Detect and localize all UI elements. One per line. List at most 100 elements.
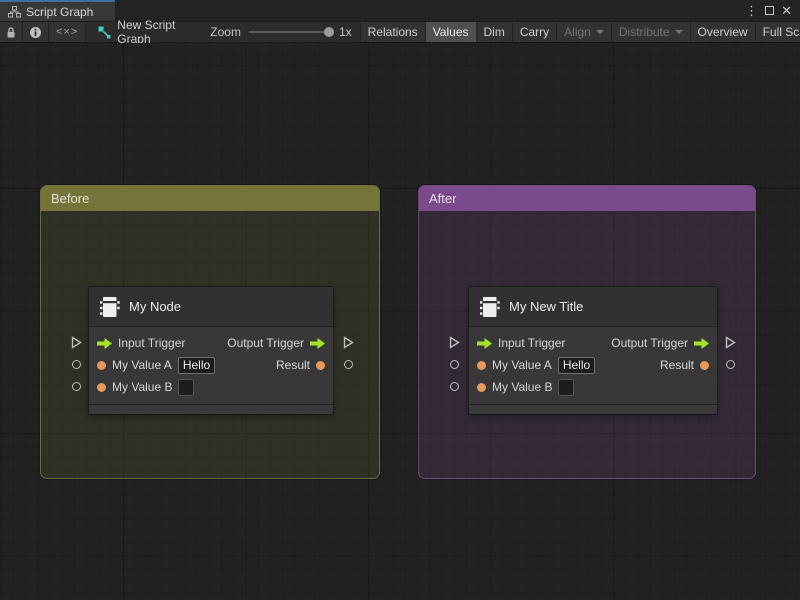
graph-hierarchy-icon [8,5,21,18]
zoom-label: Zoom [210,25,241,39]
node-my-node[interactable]: My Node Input Trigger Output Trigger My … [88,286,334,415]
flow-arrow-icon [477,337,492,349]
port-row-trigger: Input Trigger Output Trigger [89,332,333,354]
distribute-dropdown[interactable]: Distribute [611,22,691,42]
output-trigger-port[interactable]: Output Trigger [611,336,709,350]
tab-script-graph[interactable]: Script Graph [0,0,115,21]
value-input-port-outline[interactable] [69,375,83,397]
value-a-input[interactable]: Hello [557,356,596,374]
node-header[interactable]: My Node [89,287,333,327]
node-header[interactable]: My New Title [469,287,717,327]
value-port-icon [477,382,486,392]
group-before[interactable]: Before My Node Input Trigger Output Trig… [40,185,380,479]
graph-canvas[interactable]: Before My Node Input Trigger Output Trig… [0,43,800,600]
input-trigger-port[interactable]: Input Trigger [477,336,565,350]
maximize-icon[interactable] [765,6,775,15]
value-port-icon [477,360,486,370]
align-dropdown[interactable]: Align [557,22,612,42]
graph-selector[interactable]: New Script Graph [86,18,196,46]
value-port-icon [97,360,106,370]
output-trigger-port[interactable]: Output Trigger [227,336,325,350]
flow-arrow-icon [97,337,112,349]
value-output-port-outline[interactable] [341,353,355,375]
value-b-input[interactable] [558,378,575,396]
circle-port-icon [343,359,353,369]
overview-button[interactable]: Overview [690,22,756,42]
flow-input-port-outline[interactable] [447,331,461,353]
zoom-slider[interactable] [248,27,334,37]
value-b-port[interactable]: My Value B [477,378,575,396]
port-label: Result [275,358,310,372]
value-a-port[interactable]: My Value A Hello [97,356,216,374]
value-input-port-outline[interactable] [447,353,461,375]
external-output-ports [341,331,355,375]
group-after[interactable]: After My New Title Input Trigger Output … [418,185,756,479]
window-controls: ⋮ ✕ [745,0,800,21]
triangle-port-icon [725,335,736,349]
port-row-value-b: My Value B [89,376,333,398]
value-port-icon [316,360,325,370]
tab-title: Script Graph [26,4,94,19]
node-my-new-title[interactable]: My New Title Input Trigger Output Trigge… [468,286,718,415]
script-graph-asset-icon [98,26,111,39]
value-input-port-outline[interactable] [447,375,461,397]
flow-arrow-icon [694,337,709,349]
port-label: Result [659,358,694,372]
result-port[interactable]: Result [660,358,709,372]
circle-port-icon [449,381,459,391]
circle-port-icon [725,359,735,369]
external-input-ports [447,331,461,397]
port-row-value-b: My Value B [469,376,717,398]
unit-node-icon [99,295,121,319]
value-a-port[interactable]: My Value A Hello [477,356,596,374]
value-port-icon [97,382,106,392]
node-title: My New Title [509,299,584,314]
node-footer [89,404,333,414]
chevron-down-icon [595,30,604,34]
group-after-header[interactable]: After [419,186,755,211]
graph-toolbar: <×> New Script Graph Zoom 1x Relations V… [0,18,800,46]
port-label: My Value B [112,380,173,394]
value-b-input[interactable] [178,378,195,396]
group-label: Before [51,191,90,206]
triangle-port-icon [71,335,82,349]
flow-output-port-outline[interactable] [341,331,355,353]
value-output-port-outline[interactable] [723,353,737,375]
fullscreen-button[interactable]: Full Scr [755,22,800,42]
flow-input-port-outline[interactable] [69,331,83,353]
node-footer [469,404,717,414]
circle-port-icon [449,359,459,369]
chevron-down-icon [674,30,683,34]
external-input-ports [69,331,83,397]
circle-port-icon [71,359,81,369]
port-label: Input Trigger [118,336,186,350]
input-trigger-port[interactable]: Input Trigger [97,336,185,350]
result-port[interactable]: Result [276,358,325,372]
zoom-slider-handle[interactable] [323,27,334,37]
group-before-header[interactable]: Before [41,186,379,211]
port-label: My Value B [492,380,553,394]
info-button[interactable] [23,22,49,42]
kebab-menu-icon[interactable]: ⋮ [745,4,758,17]
info-icon [29,26,42,39]
value-a-input[interactable]: Hello [177,356,216,374]
port-label: Output Trigger [227,336,304,350]
relations-button[interactable]: Relations [360,22,426,42]
port-row-value-a: My Value A Hello Result [89,354,333,376]
triangle-port-icon [449,335,460,349]
zoom-value: 1x [338,25,352,39]
carry-button[interactable]: Carry [512,22,558,42]
values-button[interactable]: Values [425,22,477,42]
close-icon[interactable]: ✕ [781,4,792,17]
flow-output-port-outline[interactable] [723,331,737,353]
circle-port-icon [71,381,81,391]
port-label: Output Trigger [611,336,688,350]
lock-button[interactable] [0,22,23,42]
lock-icon [5,26,17,39]
code-preview-button[interactable]: <×> [49,22,87,42]
dim-button[interactable]: Dim [476,22,513,42]
value-b-port[interactable]: My Value B [97,378,195,396]
value-input-port-outline[interactable] [69,353,83,375]
port-label: My Value A [112,358,172,372]
align-label: Align [564,25,591,39]
